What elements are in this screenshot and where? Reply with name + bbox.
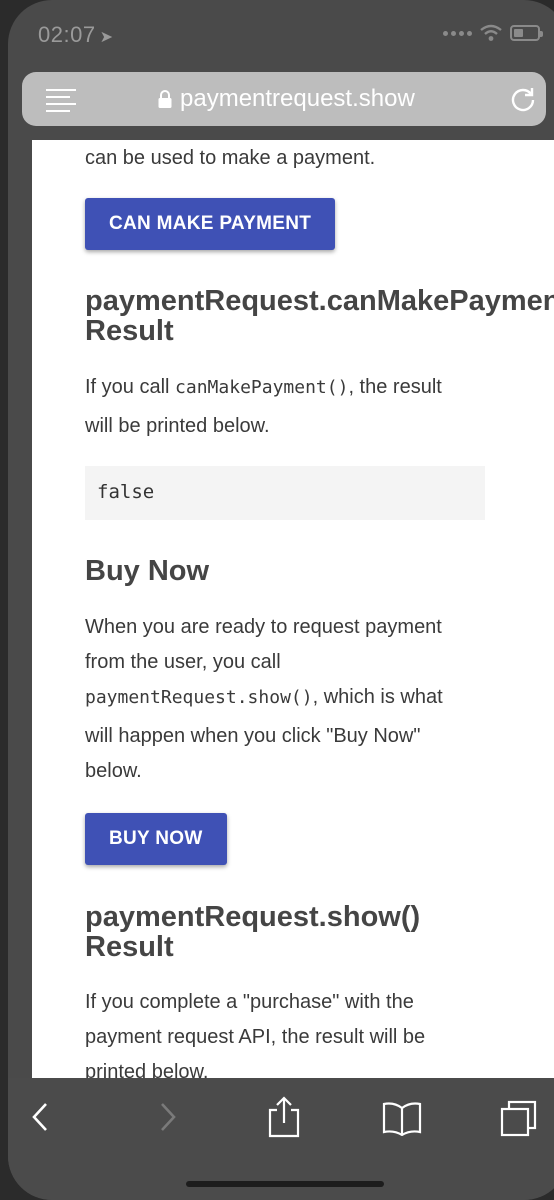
battery-icon: [510, 25, 543, 41]
intro-text: can be used to make a payment.: [85, 147, 376, 169]
inline-code: canMakePayment(): [175, 377, 349, 398]
can-make-payment-result: false: [85, 466, 485, 520]
time-text: 02:07: [38, 22, 96, 47]
wifi-icon: [480, 24, 502, 41]
show-result-heading-line1: paymentRequest.show(): [85, 901, 421, 933]
show-result-heading-line2: Result: [85, 931, 174, 963]
can-make-payment-desc: If you call canMakePayment(), the result: [85, 369, 442, 406]
location-arrow-icon: ➤: [99, 29, 114, 46]
reload-icon[interactable]: [510, 86, 536, 112]
can-make-payment-heading-line1: paymentRequest.canMakePayment(): [85, 285, 554, 317]
status-indicators: [443, 24, 543, 42]
show-result-desc-1: If you complete a "purchase" with the: [85, 991, 414, 1013]
back-icon[interactable]: [30, 1100, 54, 1134]
buy-now-heading: Buy Now: [85, 555, 210, 587]
status-bar: 02:07 ➤: [8, 0, 554, 70]
browser-toolbar: [8, 1078, 554, 1200]
tabs-icon[interactable]: [500, 1100, 538, 1138]
forward-icon[interactable]: [154, 1100, 178, 1134]
menu-icon[interactable]: [46, 89, 76, 112]
buy-now-desc-3: paymentRequest.show(), which is what: [85, 679, 443, 716]
buy-now-desc-5: below.: [85, 760, 142, 782]
bookmarks-icon[interactable]: [382, 1100, 422, 1136]
buy-now-desc-4: will happen when you click "Buy Now": [85, 725, 421, 747]
buy-now-desc-1: When you are ready to request payment: [85, 616, 442, 638]
desc-text: , which is what: [312, 686, 443, 708]
status-time: 02:07 ➤: [38, 22, 113, 48]
phone-frame: 02:07 ➤ paymentrequest.show can be used …: [8, 0, 554, 1200]
buy-now-desc-2: from the user, you call: [85, 651, 281, 673]
share-icon[interactable]: [266, 1096, 302, 1138]
url-text[interactable]: paymentrequest.show: [180, 85, 415, 113]
desc-text: , the result: [348, 376, 442, 398]
can-make-payment-desc-2: will be printed below.: [85, 415, 270, 437]
show-result-desc-3: printed below.: [85, 1061, 209, 1080]
signal-icon: [443, 30, 472, 36]
url-bar[interactable]: paymentrequest.show: [22, 72, 546, 126]
inline-code: paymentRequest.show(): [85, 687, 313, 708]
buy-now-button[interactable]: BUY NOW: [85, 813, 227, 865]
web-content: can be used to make a payment. CAN MAKE …: [32, 140, 554, 1080]
home-indicator[interactable]: [186, 1181, 384, 1187]
can-make-payment-heading-line2: Result: [85, 315, 174, 347]
show-result-desc-2: payment request API, the result will be: [85, 1026, 426, 1048]
lock-icon: [158, 90, 172, 108]
can-make-payment-button[interactable]: CAN MAKE PAYMENT: [85, 198, 336, 250]
desc-text: If you call: [85, 376, 176, 398]
